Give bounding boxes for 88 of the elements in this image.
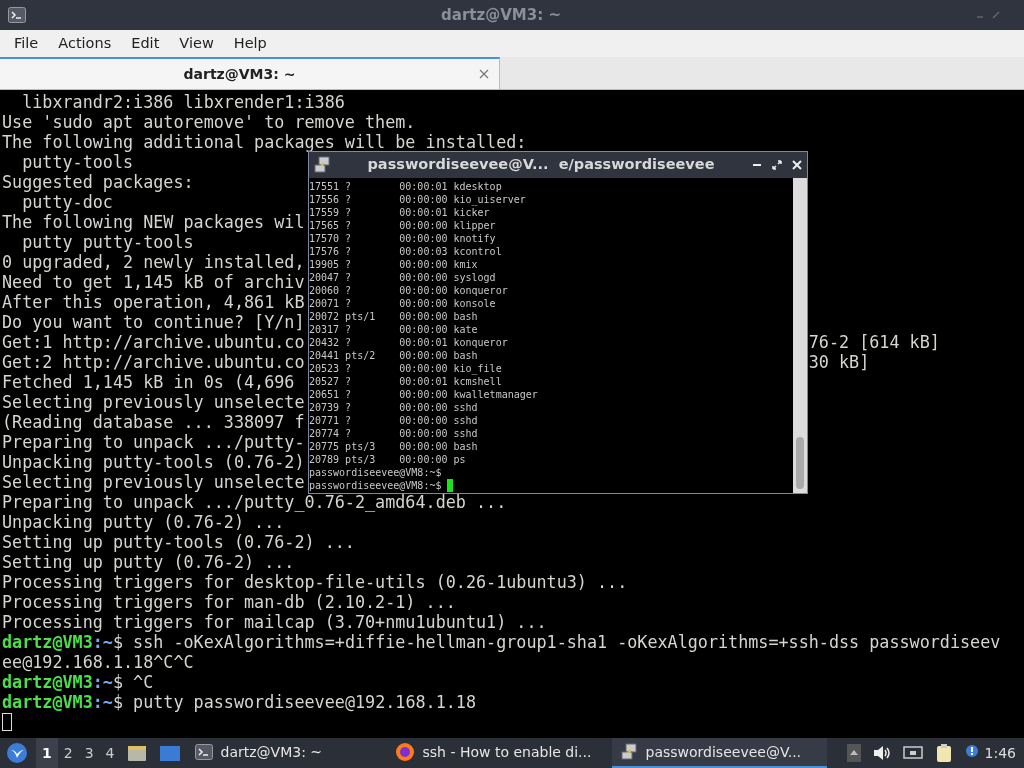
output-line: 20432 ? 00:00:01 konqueror xyxy=(309,337,508,348)
output-line: 20774 ? 00:00:00 sshd xyxy=(309,428,478,439)
output-line: putty putty-tools xyxy=(21,232,194,252)
output-line: 0 upgraded, 2 newly installed, xyxy=(2,252,305,272)
output-line: 20739 ? 00:00:00 sshd xyxy=(309,402,478,413)
workspace-button[interactable]: 2 xyxy=(57,738,79,768)
workspace-button[interactable]: 1 xyxy=(36,738,58,768)
output-line: libxrandr2:i386 libxrender1:i386 xyxy=(21,92,345,112)
output-line: 20775 pts/3 00:00:00 bash xyxy=(309,441,478,452)
output-line: 20651 ? 00:00:00 kwalletmanager xyxy=(309,389,538,400)
text-cursor xyxy=(2,713,12,731)
output-line: 17551 ? 00:00:01 kdesktop xyxy=(309,181,502,192)
output-line: 20071 ? 00:00:00 konsole xyxy=(309,298,496,309)
network-icon[interactable] xyxy=(902,745,923,761)
output-line: 20317 ? 00:00:00 kate xyxy=(309,324,478,335)
output-line: Processing triggers for desktop-file-utils (0.26-1ubuntu3) ... xyxy=(2,572,628,592)
output-line: ee@192.168.1.18^C^C xyxy=(2,652,194,672)
task-button[interactable]: dartz@VM3: ~ xyxy=(186,738,387,768)
output-line: Suggested packages: xyxy=(2,172,194,192)
output-line: 17576 ? 00:00:03 kcontrol xyxy=(309,246,502,257)
window-title: passwordiseevee@V... e/passwordiseevee xyxy=(366,155,716,175)
output-line: 20060 ? 00:00:00 konqueror xyxy=(309,285,508,296)
output-line: The following additional packages will be installed: xyxy=(2,132,527,152)
output-line: The following NEW packages wil xyxy=(2,212,305,232)
output-line: 20047 ? 00:00:00 syslogd xyxy=(309,272,496,283)
tab[interactable]: dartz@VM3: ~ xyxy=(0,57,500,89)
desktop-icon[interactable] xyxy=(158,744,181,762)
output-line: 17565 ? 00:00:00 klipper xyxy=(309,220,496,231)
output-line: passwordiseevee@VM8:~$ xyxy=(309,480,442,491)
output-line: Use 'sudo apt autoremove' to remove them. xyxy=(2,112,416,132)
clock: 1:46 xyxy=(984,743,1016,763)
output-line: Processing triggers for man-db (2.10.2-1) ... xyxy=(2,592,456,612)
text-cursor xyxy=(447,479,454,492)
workspace-button[interactable]: 4 xyxy=(99,738,121,768)
menu-item[interactable]: Actions xyxy=(48,32,122,55)
output-line: Get:1 http://archive.ubuntu.co xyxy=(2,332,305,352)
output-line: 17570 ? 00:00:00 knotify xyxy=(309,233,496,244)
output-line: putty-tools xyxy=(21,152,134,172)
output-line: Preparing to unpack .../putty_0.76-2_amd64.deb ... xyxy=(2,492,507,512)
output-line: Need to get 1,145 kB of archiv xyxy=(2,272,305,292)
output-line: Setting up putty-tools (0.76-2) ... xyxy=(2,532,355,552)
output-line: 20771 ? 00:00:00 sshd xyxy=(309,415,478,426)
scrollbar-thumb[interactable] xyxy=(796,437,804,489)
menu-item[interactable]: File xyxy=(4,32,49,55)
terminal-icon xyxy=(8,7,26,23)
output-line: Processing triggers for mailcap (3.70+nmu1ubuntu1) ... xyxy=(2,612,547,632)
output-line: Do you want to continue? [Y/n] xyxy=(2,312,305,332)
computer-icon xyxy=(619,743,638,761)
output-line: Get:2 http://archive.ubuntu.co xyxy=(2,352,305,372)
arrow-up-icon[interactable] xyxy=(846,744,861,762)
menu-item[interactable]: Edit xyxy=(121,32,170,55)
output-line: (Reading database ... 338097 f xyxy=(2,412,305,432)
menu-item[interactable]: Help xyxy=(223,32,277,55)
output-line: 30 kB] xyxy=(808,352,870,372)
output-line: 20523 ? 00:00:00 kio_file xyxy=(309,363,502,374)
command-line: dartz@VM3:~$ ssh -oKexAlgorithms=+diffie-hellman-group1-sha1 -oKexAlgorithms=+ssh-dss passwordiseev xyxy=(2,632,1001,652)
output-line: Unpacking putty (0.76-2) ... xyxy=(2,512,285,532)
window-title: dartz@VM3: ~ xyxy=(440,4,562,26)
terminal-icon xyxy=(194,744,213,760)
output-line: 17559 ? 00:00:01 kicker xyxy=(309,207,490,218)
command-line: dartz@VM3:~$ ^C xyxy=(2,672,154,692)
output-line: putty-doc xyxy=(21,192,113,212)
menu-item[interactable]: View xyxy=(169,32,224,55)
output-line: passwordiseevee@VM8:~$ xyxy=(309,467,442,478)
output-line: 20789 pts/3 00:00:00 ps xyxy=(309,454,466,465)
output-line: 20441 pts/2 00:00:00 bash xyxy=(309,350,478,361)
computer-icon xyxy=(313,156,331,174)
output-line: 19905 ? 00:00:00 kmix xyxy=(309,259,478,270)
output-line: Preparing to unpack .../putty- xyxy=(2,432,305,452)
task-button[interactable]: passwordiseevee@V... xyxy=(611,738,827,768)
output-line: Fetched 1,145 kB in 0s (4,696 xyxy=(2,372,295,392)
browser-icon xyxy=(394,742,415,762)
output-line: 17556 ? 00:00:00 kio_uiserver xyxy=(309,194,526,205)
output-line: 20527 ? 00:00:01 kcmshell xyxy=(309,376,502,387)
task-button[interactable]: ssh - How to enable di... xyxy=(386,738,612,768)
output-line: After this operation, 4,861 kB xyxy=(2,292,305,312)
output-line: Setting up putty (0.76-2) ... xyxy=(2,552,295,572)
output-line: 20072 pts/1 00:00:00 bash xyxy=(309,311,478,322)
volume-icon[interactable] xyxy=(872,745,891,761)
workspace-button[interactable]: 3 xyxy=(78,738,100,768)
output-line: Unpacking putty-tools (0.76-2) xyxy=(2,452,305,472)
command-line: dartz@VM3:~$ putty passwordiseevee@192.168.1.18 xyxy=(2,692,476,712)
output-line: 76-2 [614 kB] xyxy=(808,332,940,352)
folder-icon[interactable] xyxy=(126,744,147,762)
output-line: Selecting previously unselecte xyxy=(2,392,305,412)
clipboard-icon[interactable] xyxy=(934,743,953,763)
start-menu-icon[interactable] xyxy=(6,742,28,764)
output-line: Selecting previously unselecte xyxy=(2,472,305,492)
